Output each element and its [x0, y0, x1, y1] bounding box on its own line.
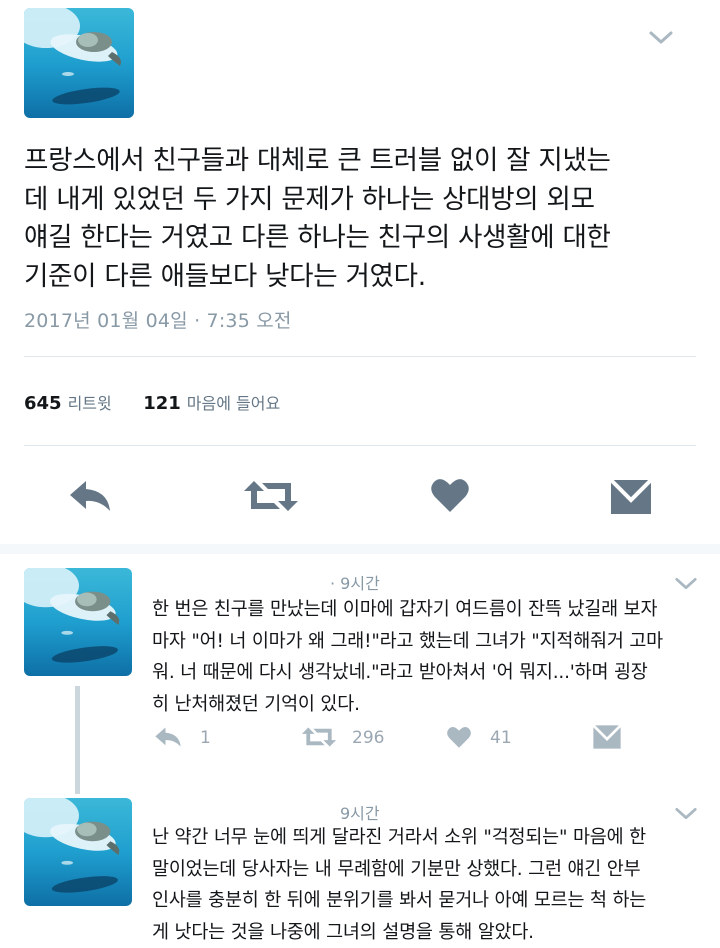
reply-button[interactable]: [152, 725, 184, 753]
like-button[interactable]: [446, 725, 472, 753]
heart-icon: [447, 726, 471, 748]
like-button[interactable]: [430, 476, 470, 518]
reply-time[interactable]: · 9시간: [330, 570, 380, 594]
retweet-count: 645: [24, 393, 62, 414]
retweet-label: 리트윗: [67, 394, 112, 413]
envelope-icon: [609, 478, 653, 514]
divider: [24, 356, 696, 357]
reply-avatar[interactable]: [24, 568, 132, 676]
tweet-stats: 645 리트윗 121 마음에 들어요: [24, 390, 280, 414]
retweet-button[interactable]: [300, 725, 338, 753]
reply-button[interactable]: [66, 477, 114, 519]
retweet-icon: [301, 727, 337, 747]
avatar[interactable]: [24, 8, 134, 118]
retweet-icon: [244, 481, 298, 511]
reply-text: 난 약간 너무 눈에 띄게 달라진 거라서 소위 "걱정되는" 마음에 한 말이…: [152, 827, 647, 943]
divider: [24, 445, 696, 446]
like-stat[interactable]: 121 마음에 들어요: [143, 393, 280, 414]
heart-icon: [431, 479, 469, 512]
tweet-text: 프랑스에서 친구들과 대체로 큰 트러블 없이 잘 지냈는 데 내게 있었던 두…: [24, 145, 611, 292]
like-label: 마음에 들어요: [186, 394, 281, 413]
tweet-timestamp[interactable]: 2017년 01월 04일 · 7:35 오전: [24, 306, 292, 333]
retweet-count: 296: [352, 728, 385, 748]
like-count: 121: [143, 393, 181, 414]
direct-message-button[interactable]: [592, 724, 622, 754]
chevron-down-icon[interactable]: [674, 576, 698, 592]
reply-text: 한 번은 친구를 만났는데 이마에 갑자기 여드름이 잔뜩 났길래 보자 마자 …: [152, 599, 663, 715]
retweet-button[interactable]: [242, 477, 300, 519]
reply-avatar[interactable]: [24, 798, 132, 906]
chevron-down-icon[interactable]: [674, 806, 698, 822]
retweet-stat[interactable]: 645 리트윗: [24, 393, 117, 414]
reply-time[interactable]: 9시간: [340, 800, 380, 824]
direct-message-button[interactable]: [609, 478, 653, 520]
chevron-down-icon[interactable]: [648, 30, 674, 46]
like-count: 41: [490, 728, 512, 748]
reply-icon: [70, 481, 110, 511]
section-divider: [0, 544, 720, 554]
reply-icon: [155, 727, 181, 747]
reply-count: 1: [200, 728, 211, 748]
thread-line: [75, 686, 80, 794]
envelope-icon: [592, 724, 622, 749]
